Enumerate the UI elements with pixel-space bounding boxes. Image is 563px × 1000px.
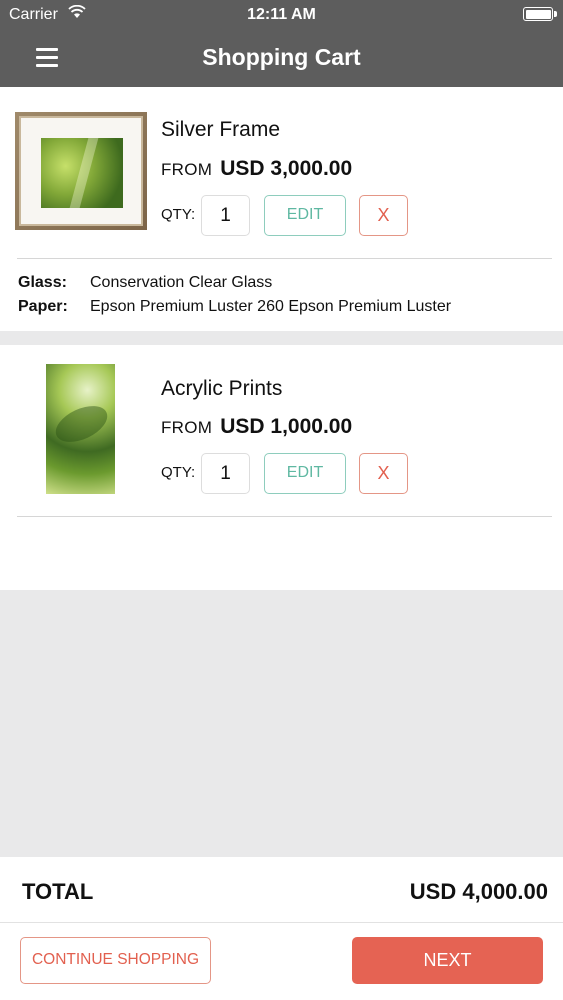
footer-actions: CONTINUE SHOPPING NEXT — [0, 923, 563, 1000]
option-row-paper: Paper: Epson Premium Luster 260 Epson Pre… — [18, 298, 451, 316]
next-button[interactable]: NEXT — [352, 937, 543, 984]
battery-icon — [523, 7, 557, 21]
divider — [17, 258, 552, 259]
total-bar: TOTAL USD 4,000.00 — [0, 857, 563, 923]
empty-cart-area — [0, 590, 563, 857]
option-key: Paper: — [18, 298, 68, 315]
qty-label: QTY: — [161, 206, 196, 223]
quantity-field[interactable]: 1 — [201, 453, 250, 494]
qty-label: QTY: — [161, 464, 196, 481]
divider — [17, 516, 552, 517]
cart-item: Silver Frame FROM USD 3,000.00 QTY: 1 EDI… — [0, 87, 563, 331]
product-name: Acrylic Prints — [161, 377, 283, 400]
total-value: USD 4,000.00 — [409, 879, 548, 904]
edit-button[interactable]: EDIT — [264, 195, 346, 236]
section-separator — [0, 331, 563, 345]
option-key: Glass: — [18, 274, 67, 291]
edit-button[interactable]: EDIT — [264, 453, 346, 494]
price-row: FROM USD 3,000.00 — [161, 157, 352, 181]
price-row: FROM USD 1,000.00 — [161, 415, 352, 439]
status-time: 12:11 AM — [247, 6, 316, 23]
product-thumbnail[interactable] — [46, 364, 115, 494]
remove-button[interactable]: X — [359, 453, 408, 494]
cart-item: Acrylic Prints FROM USD 1,000.00 QTY: 1 E… — [0, 345, 563, 590]
product-price: USD 1,000.00 — [220, 415, 353, 438]
product-name: Silver Frame — [161, 118, 281, 141]
option-value: Conservation Clear Glass — [90, 274, 273, 291]
page-title: Shopping Cart — [202, 44, 361, 70]
option-row-glass: Glass: Conservation Clear Glass — [18, 274, 272, 292]
from-label: FROM — [161, 160, 213, 179]
from-label: FROM — [161, 418, 213, 437]
remove-button[interactable]: X — [359, 195, 408, 236]
app-header: Carrier 12:11 AM Shopping Cart — [0, 0, 563, 87]
product-price: USD 3,000.00 — [220, 157, 353, 180]
continue-shopping-button[interactable]: CONTINUE SHOPPING — [20, 937, 211, 984]
quantity-field[interactable]: 1 — [201, 195, 250, 236]
total-label: TOTAL — [22, 879, 94, 904]
status-bar: Carrier 12:11 AM — [0, 0, 563, 30]
option-value: Epson Premium Luster 260 Epson Premium L… — [90, 298, 452, 315]
product-thumbnail[interactable] — [15, 112, 147, 230]
